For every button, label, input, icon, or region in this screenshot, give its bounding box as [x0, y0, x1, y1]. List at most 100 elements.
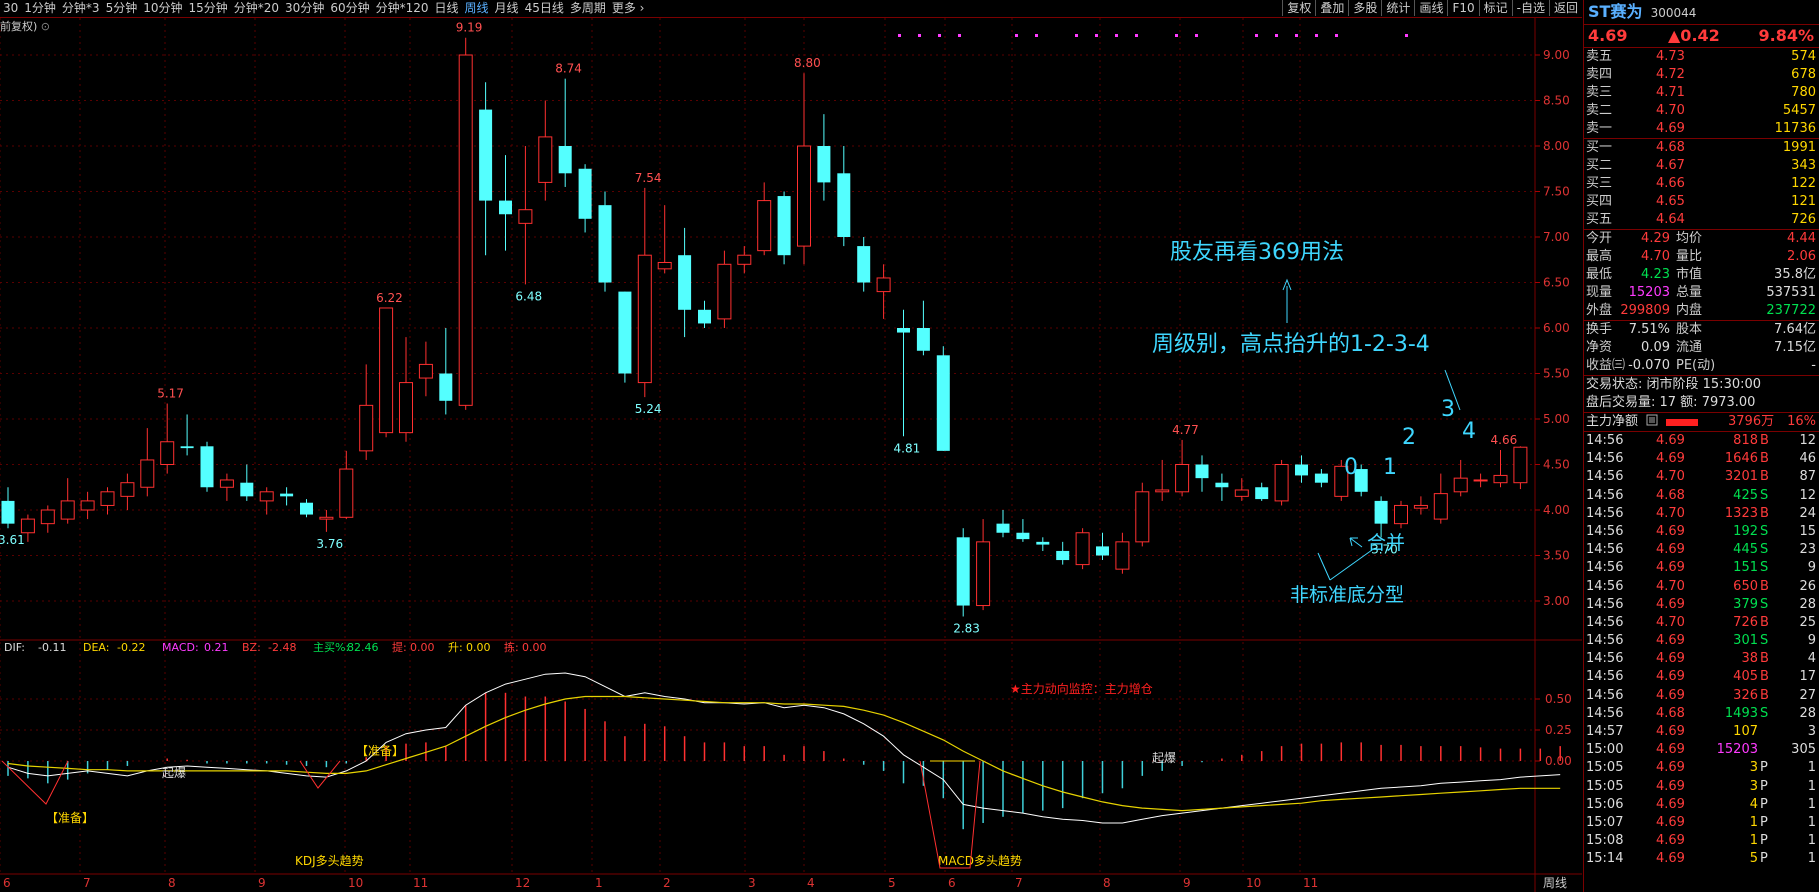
tick-volume: 445 — [1733, 542, 1758, 558]
period-tab-7[interactable]: 30分钟 — [282, 0, 327, 16]
tick-volume: 405 — [1733, 669, 1758, 685]
stat-label: 市值 — [1676, 267, 1703, 282]
ask-label: 卖一 — [1586, 121, 1613, 136]
candle-up — [259, 491, 274, 502]
candle-down — [1255, 487, 1269, 500]
price-tick-label: 4.00 — [1543, 503, 1570, 517]
period-tab-8[interactable]: 60分钟 — [327, 0, 372, 16]
tick-row: 14:56 4.69 379 S 28 — [1584, 596, 1819, 614]
tool-button-3[interactable]: 统计 — [1381, 0, 1414, 16]
tool-button-2[interactable]: 多股 — [1348, 0, 1381, 16]
tick-volume: 38 — [1741, 651, 1758, 667]
time-tick-label: 9 — [258, 876, 266, 890]
bid-volume: 122 — [1791, 176, 1816, 191]
high-label: 6.22 — [376, 291, 403, 305]
tick-side: P — [1760, 833, 1768, 849]
tick-row: 15:05 4.69 3 P 1 — [1584, 778, 1819, 796]
menu-icon[interactable] — [1646, 414, 1658, 432]
period-tab-3[interactable]: 5分钟 — [103, 0, 141, 16]
high-label: 5.17 — [157, 387, 184, 401]
period-tab-14[interactable]: 多周期 — [567, 0, 609, 16]
indicator-legend-value: 82.46 — [347, 641, 379, 654]
candle-up — [1413, 504, 1428, 509]
period-tab-11[interactable]: 周线 — [462, 0, 492, 16]
tick-time: 14:56 — [1586, 542, 1624, 558]
candle-down — [180, 446, 194, 449]
candle-down — [1096, 546, 1109, 556]
ask-volume: 11736 — [1774, 121, 1816, 136]
stat-row: 最高 4.70 量比 2.06 — [1584, 248, 1819, 266]
tick-price: 4.69 — [1656, 433, 1685, 448]
candle-up — [60, 500, 75, 520]
period-tab-13[interactable]: 45日线 — [522, 0, 567, 16]
tick-count: 46 — [1799, 451, 1816, 467]
main-flow-row: 主力净额 3796万 16% — [1584, 413, 1819, 432]
period-tab-1[interactable]: 1分钟 — [21, 0, 59, 16]
kline-chart[interactable]: 9.00 8.50 8.00 7.50 7.00 6.50 6.00 5.50 5.00 4.50… — [0, 18, 1582, 892]
tick-volume: 301 — [1733, 633, 1758, 649]
adjust-dropdown-icon[interactable]: ⊙ — [41, 20, 50, 33]
bid-volume: 1991 — [1782, 140, 1816, 155]
period-tab-5[interactable]: 15分钟 — [185, 0, 230, 16]
tick-price: 4.69 — [1656, 523, 1685, 539]
period-tab-9[interactable]: 分钟*120 — [373, 0, 432, 16]
candle-up — [1493, 474, 1508, 484]
adjust-label[interactable]: 前复权) ⊙ — [0, 18, 50, 34]
candle-up — [737, 254, 752, 265]
tick-list[interactable]: 14:56 4.69 818 B 12 14:56 4.69 1646 B 46 14:56 4.70… — [1584, 432, 1819, 869]
candle-up — [1513, 446, 1528, 484]
tool-button-8[interactable]: 返回 — [1548, 0, 1582, 16]
stat-label: 量比 — [1676, 249, 1703, 264]
tool-button-1[interactable]: 叠加 — [1315, 0, 1348, 16]
tick-count: 9 — [1807, 560, 1816, 576]
tick-volume: 192 — [1733, 523, 1758, 539]
ask-label: 卖四 — [1586, 67, 1613, 82]
tool-button-4[interactable]: 画线 — [1414, 0, 1447, 16]
tool-button-5[interactable]: F10 — [1447, 0, 1478, 16]
time-tick-label: 9 — [1183, 876, 1191, 890]
price-tick-label: 5.50 — [1543, 367, 1570, 381]
ask-row: 卖二 4.70 5457 — [1584, 102, 1819, 120]
period-tab-15[interactable]: 更多 › — [609, 0, 648, 16]
period-tab-12[interactable]: 月线 — [492, 0, 522, 16]
candle-up — [40, 509, 55, 525]
indicator-legend-label: DIF: — [4, 641, 25, 654]
price-tick-label: 7.00 — [1543, 230, 1570, 244]
stat-value: - — [1811, 358, 1816, 373]
price-change: ▲0.42 — [1668, 26, 1720, 45]
tick-price: 4.68 — [1656, 705, 1685, 721]
ask-label: 卖二 — [1586, 103, 1613, 118]
tick-price: 4.68 — [1656, 487, 1685, 503]
tool-button-6[interactable]: 标记 — [1478, 0, 1512, 16]
period-tab-2[interactable]: 分钟*3 — [59, 0, 103, 16]
tick-time: 14:56 — [1586, 578, 1624, 594]
candle-up — [418, 363, 433, 379]
bid-label: 买四 — [1586, 194, 1613, 209]
tick-volume: 151 — [1733, 560, 1758, 576]
tool-button-7[interactable]: -自选 — [1511, 0, 1549, 16]
period-tab-6[interactable]: 分钟*20 — [231, 0, 282, 16]
tick-volume: 1 — [1749, 833, 1758, 849]
bid-row: 买五 4.64 726 — [1584, 211, 1819, 230]
candle-down — [558, 146, 572, 174]
period-tab-4[interactable]: 10分钟 — [140, 0, 185, 16]
candle-up — [1274, 464, 1289, 502]
ask-volume: 678 — [1791, 67, 1816, 82]
ask-volume: 780 — [1791, 85, 1816, 100]
tick-price: 4.69 — [1656, 633, 1685, 649]
trade-status-text: 交易状态: 闭市阶段 15:30:00 — [1586, 377, 1762, 392]
period-tab-10[interactable]: 日线 — [432, 0, 462, 16]
candle-up — [1394, 504, 1408, 525]
tick-volume: 4 — [1749, 796, 1758, 812]
tick-side: S — [1760, 705, 1769, 721]
annotation-subtitle: 周级别，高点抬升的1-2-3-4 — [1152, 332, 1430, 357]
tick-time: 14:56 — [1586, 687, 1624, 703]
tool-button-0[interactable]: 复权 — [1282, 0, 1315, 16]
last-price: 4.69 — [1588, 26, 1628, 45]
stat-value: 4.70 — [1641, 249, 1670, 264]
price-tick-label: 5.00 — [1543, 412, 1570, 426]
tick-time: 14:56 — [1586, 523, 1624, 539]
period-tab-0[interactable]: 30 — [0, 0, 21, 16]
ask-row: 卖一 4.69 11736 — [1584, 120, 1819, 139]
signal-dot — [938, 34, 941, 37]
